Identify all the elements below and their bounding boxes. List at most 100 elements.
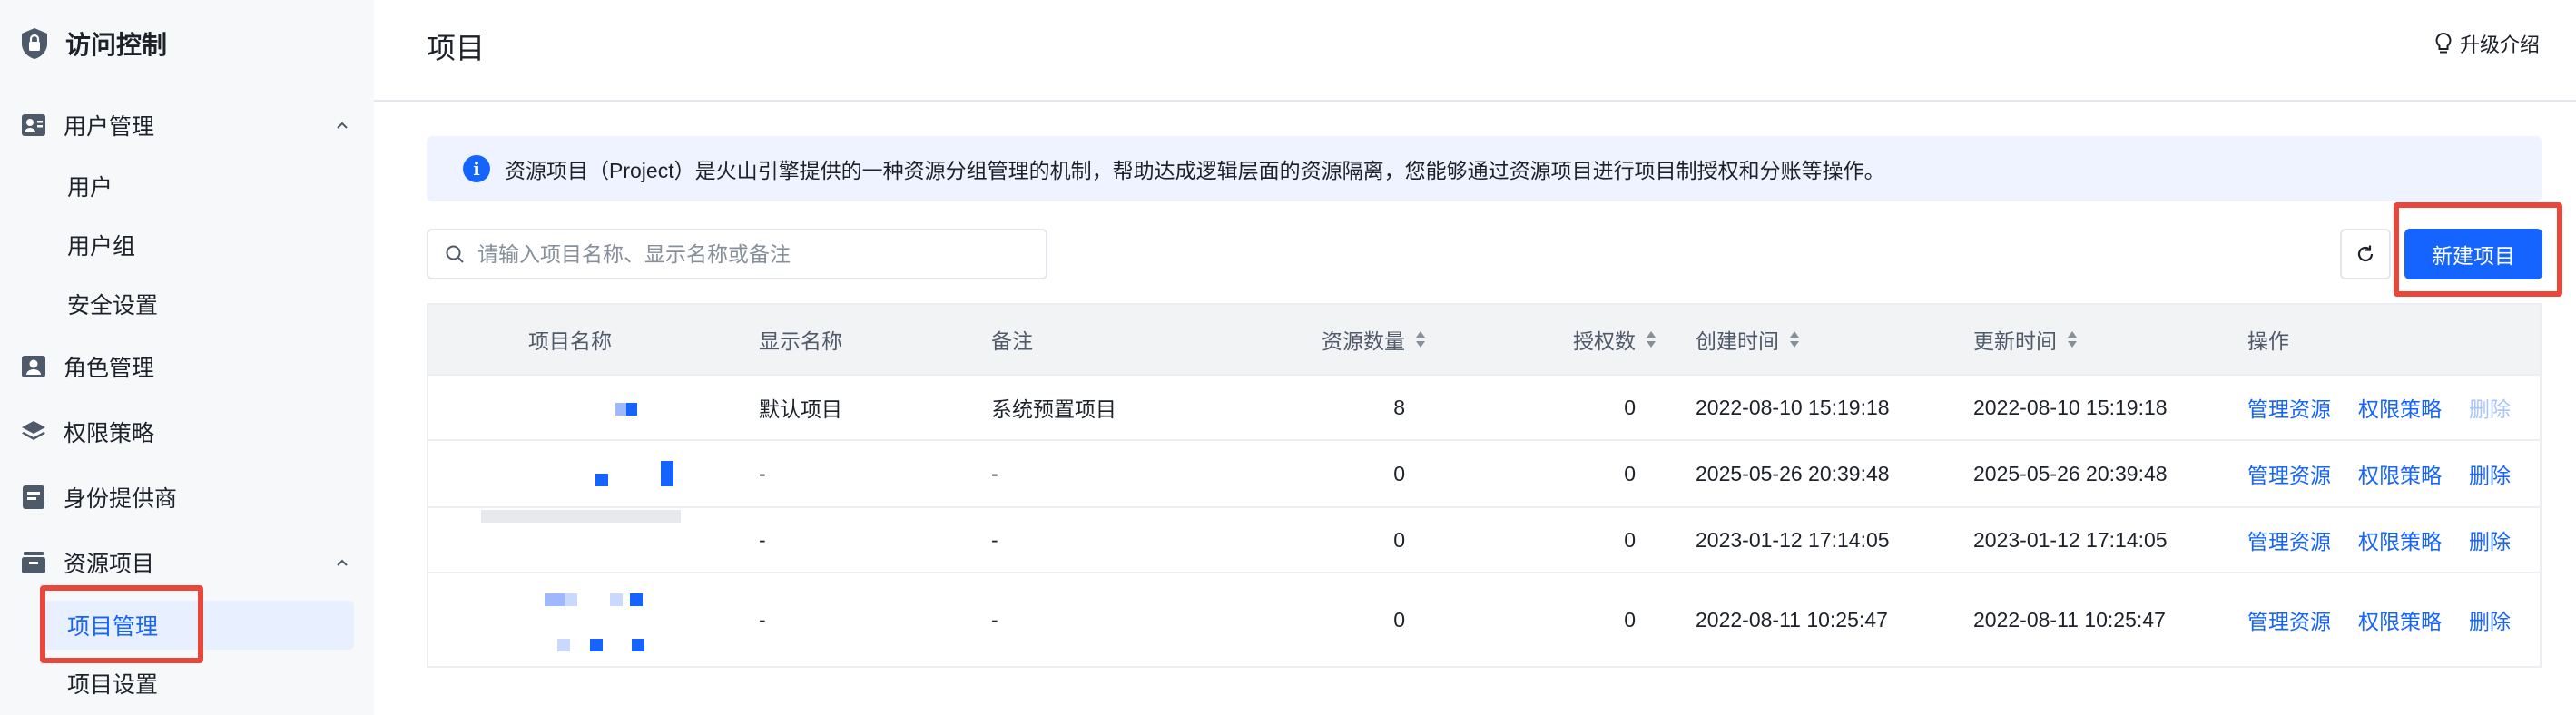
col-actions: 操作	[2247, 305, 2289, 374]
page-title: 项目	[427, 32, 486, 64]
cell-display-name: 默认项目	[759, 397, 842, 421]
cell-auth-count: 0	[1624, 527, 1636, 552]
cell-resource-count: 0	[1393, 607, 1405, 632]
sidebar-item-project-management[interactable]: 项目管理	[40, 601, 354, 650]
col-label: 显示名称	[759, 329, 842, 353]
shield-lock-icon	[22, 28, 47, 59]
info-alert-text: 资源项目（Project）是火山引擎提供的一种资源分组管理的机制，帮助达成逻辑层…	[505, 159, 1885, 182]
search-box[interactable]	[427, 229, 1047, 279]
col-auth-count[interactable]: 授权数	[1499, 305, 1657, 374]
col-created-time[interactable]: 创建时间	[1696, 305, 1801, 374]
sidebar-item-label: 安全设置	[67, 293, 159, 318]
cell-updated-time: 2022-08-11 10:25:47	[1973, 607, 2166, 632]
col-label: 创建时间	[1696, 329, 1779, 353]
sidebar-item-user-groups[interactable]: 用户组	[40, 220, 354, 269]
delete-link: 删除	[2469, 397, 2511, 421]
layers-icon	[20, 418, 47, 446]
sidebar-group-label: 身份提供商	[64, 486, 178, 512]
search-icon	[446, 245, 464, 263]
col-updated-time[interactable]: 更新时间	[1973, 305, 2079, 374]
search-input[interactable]	[477, 241, 1022, 267]
sidebar-group-label: 用户管理	[64, 114, 155, 140]
cell-updated-time: 2022-08-10 15:19:18	[1973, 395, 2168, 419]
app-root: 访问控制 用户管理 用户 用户组 安全设置 角色管理 权限策略 身份提供商 资源…	[0, 0, 2576, 715]
sidebar-brand: 访问控制	[20, 24, 167, 64]
cell-note: -	[991, 607, 998, 632]
table-row: - - 0 0 2025-05-26 20:39:48 2025-05-26 2…	[428, 439, 2540, 523]
sidebar-group-identity-providers[interactable]: 身份提供商	[20, 477, 356, 517]
col-label: 操作	[2247, 329, 2289, 353]
sidebar-item-label: 项目管理	[67, 614, 159, 640]
refresh-button[interactable]	[2340, 229, 2391, 279]
upgrade-link[interactable]: 升级介绍	[2434, 29, 2540, 58]
upgrade-label: 升级介绍	[2459, 34, 2540, 56]
table-header: 项目名称 显示名称 备注 资源数量 授权数 创建时间 更新时间 操作	[428, 305, 2540, 374]
cell-display-name: -	[759, 461, 766, 485]
policy-link[interactable]: 权限策略	[2358, 458, 2442, 489]
delete-link[interactable]: 删除	[2469, 604, 2511, 635]
col-label: 项目名称	[528, 329, 612, 353]
manage-resources-link[interactable]: 管理资源	[2247, 524, 2331, 555]
table-row: - - 0 0 2022-08-11 10:25:47 2022-08-11 1…	[428, 572, 2540, 666]
main-content: 项目 升级介绍 i 资源项目（Project）是火山引擎提供的一种资源分组管理的…	[374, 0, 2576, 715]
cell-updated-time: 2023-01-12 17:14:05	[1973, 527, 2168, 552]
cell-note: 系统预置项目	[991, 397, 1116, 421]
user-card-icon	[20, 112, 47, 139]
cell-resource-count: 0	[1393, 461, 1405, 485]
delete-link[interactable]: 删除	[2469, 458, 2511, 489]
col-project-name: 项目名称	[528, 305, 612, 374]
new-project-button[interactable]: 新建项目	[2404, 229, 2542, 279]
sidebar-group-label: 权限策略	[64, 421, 155, 446]
policy-link[interactable]: 权限策略	[2358, 524, 2442, 555]
sidebar-group-policies[interactable]: 权限策略	[20, 412, 356, 452]
sidebar-item-users[interactable]: 用户	[40, 162, 354, 211]
table-row: - - 0 0 2023-01-12 17:14:05 2023-01-12 1…	[428, 506, 2540, 572]
sidebar-item-label: 用户	[67, 175, 113, 201]
sidebar-item-security-settings[interactable]: 安全设置	[40, 279, 354, 328]
policy-link[interactable]: 权限策略	[2358, 604, 2442, 635]
col-label: 备注	[991, 329, 1033, 353]
sidebar: 访问控制 用户管理 用户 用户组 安全设置 角色管理 权限策略 身份提供商 资源…	[0, 0, 374, 715]
chevron-up-icon	[337, 559, 348, 566]
cell-created-time: 2022-08-10 15:19:18	[1696, 395, 1890, 419]
cell-updated-time: 2025-05-26 20:39:48	[1973, 461, 2168, 485]
sidebar-group-role-management[interactable]: 角色管理	[20, 347, 356, 387]
col-label: 授权数	[1573, 329, 1636, 353]
sidebar-title: 访问控制	[65, 31, 168, 59]
cell-actions: 管理资源 权限策略 删除	[2247, 376, 2538, 439]
cell-display-name: -	[759, 607, 766, 632]
col-label: 更新时间	[1973, 329, 2057, 353]
cell-resource-count: 0	[1393, 527, 1405, 552]
role-badge-icon	[20, 353, 47, 380]
cell-note: -	[991, 461, 998, 485]
sort-icon	[1647, 331, 1656, 348]
cell-display-name: -	[759, 527, 766, 552]
sidebar-item-label: 项目设置	[67, 672, 159, 698]
sort-icon	[1790, 331, 1799, 348]
col-resource-count[interactable]: 资源数量	[1273, 305, 1427, 374]
cell-auth-count: 0	[1624, 461, 1636, 485]
sidebar-group-label: 资源项目	[64, 552, 155, 577]
delete-link[interactable]: 删除	[2469, 524, 2511, 555]
cell-auth-count: 0	[1624, 607, 1636, 632]
cell-auth-count: 0	[1624, 395, 1636, 419]
sidebar-item-project-settings[interactable]: 项目设置	[40, 659, 354, 708]
sort-icon	[2068, 331, 2077, 348]
cell-created-time: 2022-08-11 10:25:47	[1696, 607, 1888, 632]
sidebar-group-resource-projects[interactable]: 资源项目	[20, 543, 356, 583]
manage-resources-link[interactable]: 管理资源	[2247, 392, 2331, 423]
manage-resources-link[interactable]: 管理资源	[2247, 458, 2331, 489]
manage-resources-link[interactable]: 管理资源	[2247, 604, 2331, 635]
projects-table: 项目名称 显示名称 备注 资源数量 授权数 创建时间 更新时间 操作 默认项目 …	[427, 303, 2542, 668]
cell-actions: 管理资源 权限策略 删除	[2247, 441, 2538, 506]
sort-icon	[1416, 331, 1425, 348]
sidebar-group-user-management[interactable]: 用户管理	[20, 105, 356, 145]
col-label: 资源数量	[1322, 329, 1405, 353]
policy-link[interactable]: 权限策略	[2358, 392, 2442, 423]
folder-stack-icon	[20, 549, 47, 576]
info-alert: i 资源项目（Project）是火山引擎提供的一种资源分组管理的机制，帮助达成逻…	[427, 136, 2542, 201]
id-card-icon	[20, 484, 47, 511]
lightbulb-icon	[2435, 32, 2452, 54]
cell-created-time: 2023-01-12 17:14:05	[1696, 527, 1890, 552]
chevron-up-icon	[337, 122, 348, 129]
